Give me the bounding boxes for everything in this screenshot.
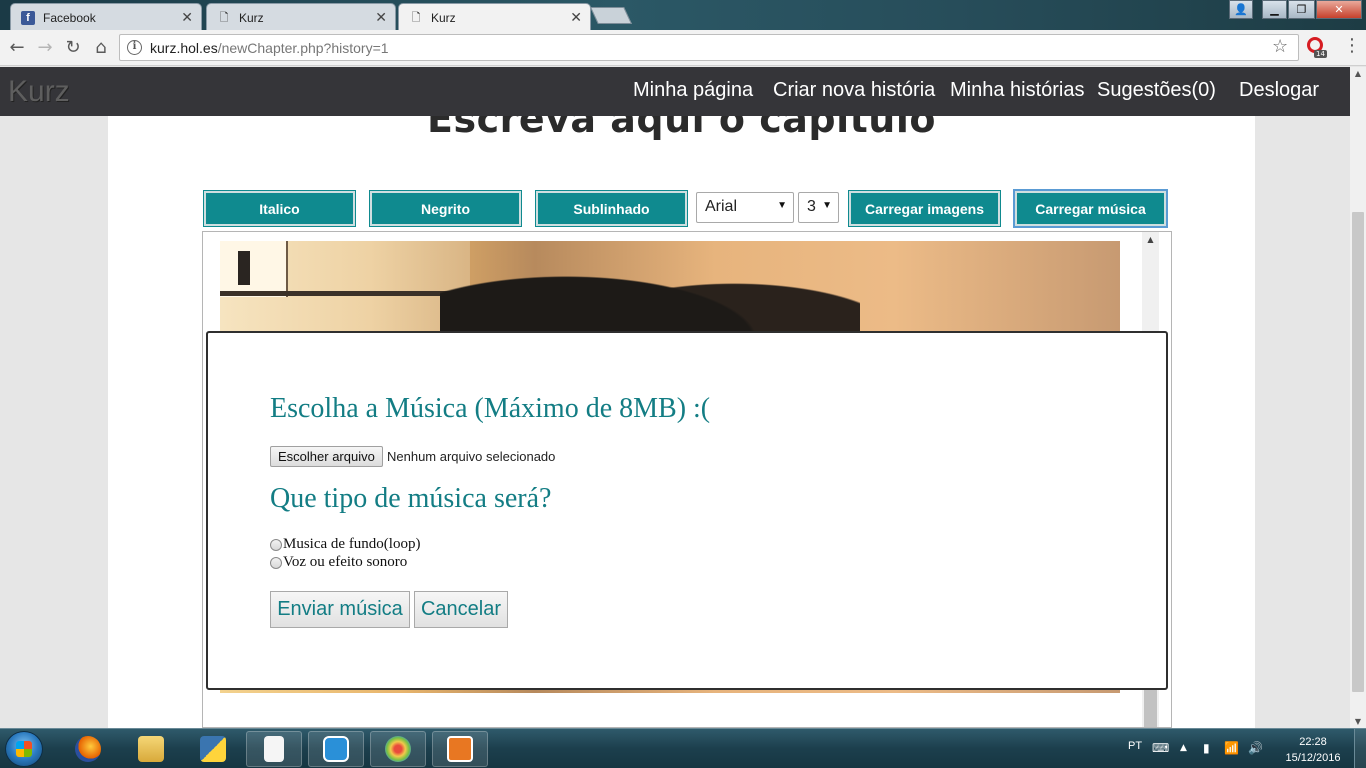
submit-music-button[interactable]: Enviar música [270,591,410,628]
nav-suggestions[interactable]: Sugestões(0) [1097,79,1216,102]
nav-my-page[interactable]: Minha página [633,79,753,102]
firefox-icon [75,736,101,762]
upload-images-button[interactable]: Carregar imagens [848,190,1001,227]
browser-tab-kurz-1[interactable]: 🗋 Kurz ✕ [206,3,396,30]
cancel-button[interactable]: Cancelar [414,591,508,628]
music-upload-modal: Escolha a Música (Máximo de 8MB) :( Esco… [206,331,1168,690]
radio-voice-effect[interactable]: Voz ou efeito sonoro [270,554,407,571]
python-icon [200,736,226,762]
scroll-up-arrow-icon[interactable]: ▲ [1142,235,1159,244]
taskbar-umbrello[interactable] [308,731,364,767]
close-tab-icon[interactable]: ✕ [375,9,387,26]
battery-icon[interactable]: ▮ [1203,741,1210,755]
show-hidden-icons-arrow[interactable]: ▲ [1180,743,1187,753]
lighthouse-window [238,251,250,285]
browser-menu-icon[interactable]: ⋮ [1343,37,1361,55]
font-family-value: Arial [705,198,738,215]
scroll-up-arrow-icon[interactable]: ▲ [1350,69,1366,78]
windows-logo-icon [16,741,32,757]
underline-button[interactable]: Sublinhado [535,190,688,227]
system-clock[interactable]: 22:28 15/12/2016 [1278,734,1348,766]
bold-button[interactable]: Negrito [369,190,522,227]
trees-silhouette [440,241,860,341]
clock-time: 22:28 [1299,736,1327,748]
app-u-icon [323,736,349,762]
user-profile-icon[interactable]: 👤 [1229,0,1253,19]
facebook-icon: f [21,11,35,25]
back-arrow-icon[interactable]: ← [5,36,29,60]
radio-button[interactable] [270,538,282,551]
taskbar-explorer[interactable] [129,731,173,767]
page-scrollbar[interactable]: ▲ ▼ [1350,67,1366,728]
paint-palette-icon [385,736,411,762]
volume-icon[interactable]: 🔊 [1248,741,1263,755]
modal-title: Escolha a Música (Máximo de 8MB) :( [270,393,711,424]
network-signal-icon[interactable]: 📶 [1224,741,1239,755]
close-tab-icon[interactable]: ✕ [181,9,193,26]
radio-background-music[interactable]: Musica de fundo(loop) [270,536,420,553]
media-player-icon [447,736,473,762]
clock-date: 15/12/2016 [1285,752,1341,764]
browser-tab-strip: f Facebook ✕ 🗋 Kurz ✕ 🗋 Kurz ✕ 👤 ▁ ❐ ✕ [0,0,1366,30]
url-path: /newChapter.php?history=1 [217,40,389,56]
font-size-select[interactable]: 3 ▼ [798,192,839,223]
lighthouse-top [220,241,288,297]
page-icon: 🗋 [411,11,421,24]
maximize-window-button[interactable]: ❐ [1288,0,1315,19]
lighthouse-rail [220,291,475,296]
home-icon[interactable]: ⌂ [89,36,113,60]
font-family-select[interactable]: Arial ▼ [696,192,794,223]
close-tab-icon[interactable]: ✕ [570,9,582,26]
tab-title: Facebook [43,11,96,25]
start-button[interactable] [5,731,43,767]
tab-title: Kurz [431,11,456,25]
keyboard-icon[interactable]: ⌨ [1152,741,1169,755]
browser-tab-facebook[interactable]: f Facebook ✕ [10,3,202,30]
address-bar[interactable]: i kurz.hol.es/newChapter.php?history=1 [119,34,1299,61]
tab-title: Kurz [239,11,264,25]
folder-icon [138,736,164,762]
extension-badge: 14 [1314,50,1327,58]
page-icon: 🗋 [219,11,229,24]
radio-button[interactable] [270,556,282,569]
font-size-value: 3 [807,198,816,215]
document-icon [264,736,284,762]
choose-file-button[interactable]: Escolher arquivo [270,446,383,467]
url-host: kurz.hol.es [150,40,218,56]
minimize-window-button[interactable]: ▁ [1262,0,1287,19]
close-window-button[interactable]: ✕ [1316,0,1362,19]
nav-logout[interactable]: Deslogar [1239,79,1319,102]
dropdown-arrow-icon: ▼ [822,200,832,211]
upload-music-button[interactable]: Carregar música [1013,189,1168,228]
dropdown-arrow-icon: ▼ [777,200,787,211]
taskbar-media-player[interactable] [432,731,488,767]
language-indicator[interactable]: PT [1128,740,1142,752]
radio-label: Musica de fundo(loop) [283,536,421,552]
windows-taskbar: PT ⌨ ▲ ▮ 📶 🔊 22:28 15/12/2016 [0,728,1366,768]
nav-new-story[interactable]: Criar nova história [773,79,935,102]
browser-toolbar: ← → ↻ ⌂ i kurz.hol.es/newChapter.php?his… [0,30,1366,66]
scroll-down-arrow-icon[interactable]: ▼ [1350,717,1366,726]
site-navbar: Kurz Minha página Criar nova história Mi… [0,67,1350,116]
music-type-question: Que tipo de música será? [270,483,552,514]
nav-my-stories[interactable]: Minha histórias [950,79,1085,102]
forward-arrow-icon[interactable]: → [33,36,57,60]
page-scroll-thumb[interactable] [1352,212,1364,692]
browser-tab-kurz-active[interactable]: 🗋 Kurz ✕ [398,3,591,30]
page-viewport: Escreva aqui o capítulo Kurz Minha págin… [0,67,1350,728]
taskbar-python[interactable] [191,731,235,767]
italic-button[interactable]: Italico [203,190,356,227]
radio-label: Voz ou efeito sonoro [283,554,408,570]
site-logo[interactable]: Kurz [8,75,70,109]
taskbar-notepad[interactable] [246,731,302,767]
info-icon[interactable]: i [127,40,142,55]
file-status-text: Nenhum arquivo selecionado [387,449,556,464]
show-desktop-button[interactable] [1354,729,1366,768]
taskbar-firefox[interactable] [66,731,110,767]
reload-icon[interactable]: ↻ [61,36,85,60]
taskbar-paint[interactable] [370,731,426,767]
bookmark-star-icon[interactable]: ☆ [1272,36,1288,57]
new-tab-button[interactable] [590,7,632,24]
